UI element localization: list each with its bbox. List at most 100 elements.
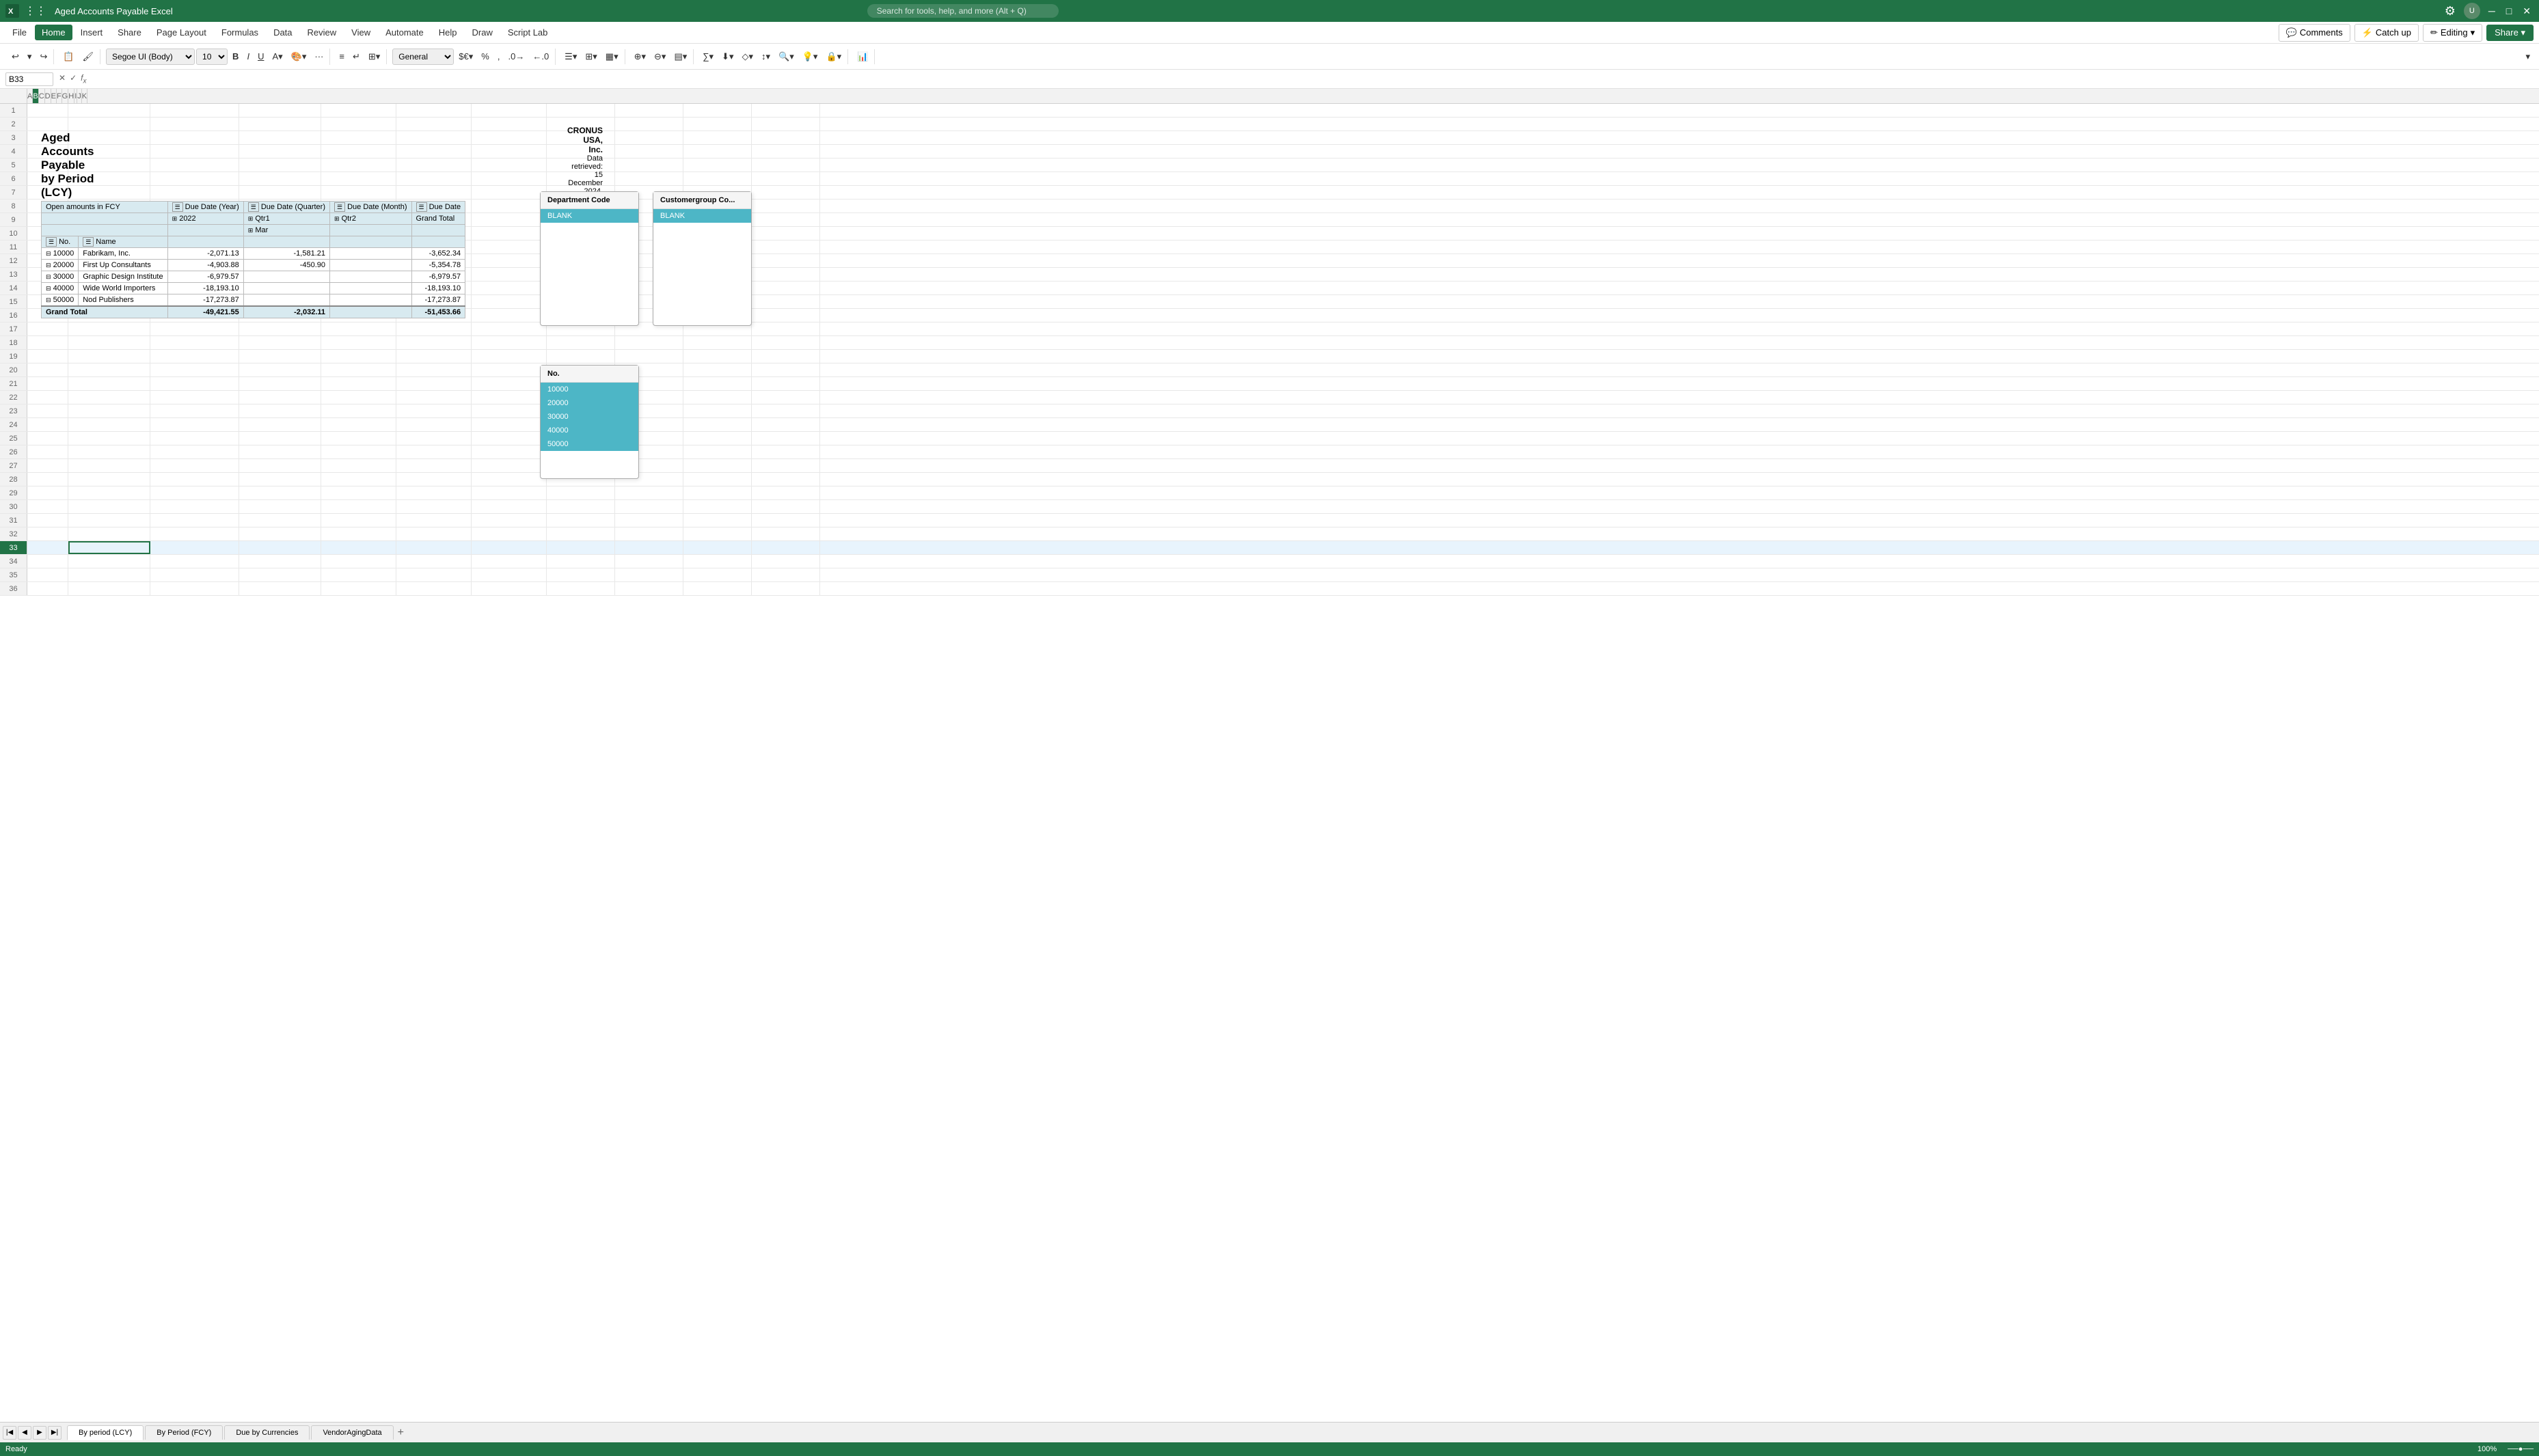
- col-header-h[interactable]: H: [68, 89, 74, 103]
- cell-I4[interactable]: [615, 145, 683, 158]
- table-style-button[interactable]: ⊞▾: [582, 49, 600, 64]
- grid-row-1[interactable]: 1: [0, 104, 2539, 118]
- grid-row-4[interactable]: 4: [0, 145, 2539, 159]
- no-filter-icon[interactable]: ☰: [46, 237, 57, 247]
- comma-button[interactable]: ,: [494, 49, 504, 64]
- cell-K8[interactable]: [752, 200, 820, 212]
- cell-E17[interactable]: [321, 322, 396, 335]
- cell-K11[interactable]: [752, 241, 820, 253]
- cell-E6[interactable]: [321, 172, 396, 185]
- cell-J29[interactable]: [683, 486, 752, 499]
- cell-K30[interactable]: [752, 500, 820, 513]
- cell-K26[interactable]: [752, 445, 820, 458]
- cell-E22[interactable]: [321, 391, 396, 404]
- paste-button[interactable]: 📋: [59, 49, 77, 64]
- cell-F20[interactable]: [396, 363, 472, 376]
- cell-K6[interactable]: [752, 172, 820, 185]
- more-button[interactable]: ···: [311, 49, 327, 64]
- cell-B24[interactable]: [68, 418, 150, 431]
- grid-row-26[interactable]: 26: [0, 445, 2539, 459]
- cell-J25[interactable]: [683, 432, 752, 445]
- avatar[interactable]: U: [2464, 3, 2480, 19]
- sheet-tab-due-by-currencies[interactable]: Due by Currencies: [224, 1425, 310, 1440]
- cell-G33[interactable]: [472, 541, 547, 554]
- cell-A32[interactable]: [27, 527, 68, 540]
- cell-E29[interactable]: [321, 486, 396, 499]
- no-30000[interactable]: 30000: [541, 410, 638, 424]
- cell-D31[interactable]: [239, 514, 321, 527]
- cell-D26[interactable]: [239, 445, 321, 458]
- cell-A29[interactable]: [27, 486, 68, 499]
- cell-G32[interactable]: [472, 527, 547, 540]
- cell-B17[interactable]: [68, 322, 150, 335]
- cell-K36[interactable]: [752, 582, 820, 595]
- cell-A19[interactable]: [27, 350, 68, 363]
- insert-function-icon[interactable]: fx: [81, 73, 86, 85]
- cell-K18[interactable]: [752, 336, 820, 349]
- cell-A34[interactable]: [27, 555, 68, 568]
- grid-row-33[interactable]: 33: [0, 541, 2539, 555]
- expand-20000[interactable]: ⊟: [46, 262, 51, 269]
- cell-J4[interactable]: [683, 145, 752, 158]
- cell-I33[interactable]: [615, 541, 683, 554]
- grid-row-7[interactable]: 7: [0, 186, 2539, 200]
- cell-G36[interactable]: [472, 582, 547, 595]
- undo-button[interactable]: ↩: [8, 49, 23, 64]
- cell-K13[interactable]: [752, 268, 820, 281]
- cell-D25[interactable]: [239, 432, 321, 445]
- col-header-c[interactable]: C: [39, 89, 45, 103]
- bold-button[interactable]: B: [229, 49, 242, 64]
- conditional-format-button[interactable]: ☰▾: [561, 49, 580, 64]
- cell-K10[interactable]: [752, 227, 820, 240]
- sheet-nav-last[interactable]: ▶|: [48, 1426, 62, 1440]
- cell-I18[interactable]: [615, 336, 683, 349]
- cell-A26[interactable]: [27, 445, 68, 458]
- grid-row-35[interactable]: 35: [0, 568, 2539, 582]
- cell-B27[interactable]: [68, 459, 150, 472]
- cell-I34[interactable]: [615, 555, 683, 568]
- cell-E21[interactable]: [321, 377, 396, 390]
- grid-row-24[interactable]: 24: [0, 418, 2539, 432]
- cell-G6[interactable]: [472, 172, 547, 185]
- cell-D30[interactable]: [239, 500, 321, 513]
- cell-K9[interactable]: [752, 213, 820, 226]
- cell-I31[interactable]: [615, 514, 683, 527]
- grid-row-22[interactable]: 22: [0, 391, 2539, 404]
- cell-D36[interactable]: [239, 582, 321, 595]
- cell-D24[interactable]: [239, 418, 321, 431]
- cell-J6[interactable]: [683, 172, 752, 185]
- cell-B36[interactable]: [68, 582, 150, 595]
- cell-H19[interactable]: [547, 350, 615, 363]
- cell-D1[interactable]: [239, 104, 321, 117]
- cell-J34[interactable]: [683, 555, 752, 568]
- cell-E1[interactable]: [321, 104, 396, 117]
- expand-10000[interactable]: ⊟: [46, 250, 51, 257]
- align-left-button[interactable]: ≡: [336, 49, 348, 64]
- cell-C3[interactable]: [150, 131, 239, 144]
- cell-A36[interactable]: [27, 582, 68, 595]
- fill-button[interactable]: ⬇▾: [718, 49, 737, 64]
- cell-J5[interactable]: [683, 159, 752, 171]
- cell-A18[interactable]: [27, 336, 68, 349]
- cell-K14[interactable]: [752, 281, 820, 294]
- cell-D4[interactable]: [239, 145, 321, 158]
- no-10000[interactable]: 10000: [541, 383, 638, 396]
- cell-B31[interactable]: [68, 514, 150, 527]
- cell-H31[interactable]: [547, 514, 615, 527]
- cell-K3[interactable]: [752, 131, 820, 144]
- expand-qtr1[interactable]: ⊞: [248, 215, 254, 222]
- month-filter-icon[interactable]: ☰: [334, 202, 345, 212]
- cell-F30[interactable]: [396, 500, 472, 513]
- cell-J36[interactable]: [683, 582, 752, 595]
- cell-E23[interactable]: [321, 404, 396, 417]
- cell-G35[interactable]: [472, 568, 547, 581]
- cell-F17[interactable]: [396, 322, 472, 335]
- cell-G18[interactable]: [472, 336, 547, 349]
- grid-row-32[interactable]: 32: [0, 527, 2539, 541]
- menu-help[interactable]: Help: [432, 25, 464, 40]
- cell-C27[interactable]: [150, 459, 239, 472]
- cell-C20[interactable]: [150, 363, 239, 376]
- cell-F32[interactable]: [396, 527, 472, 540]
- formula-input[interactable]: [92, 73, 2534, 85]
- cell-G26[interactable]: [472, 445, 547, 458]
